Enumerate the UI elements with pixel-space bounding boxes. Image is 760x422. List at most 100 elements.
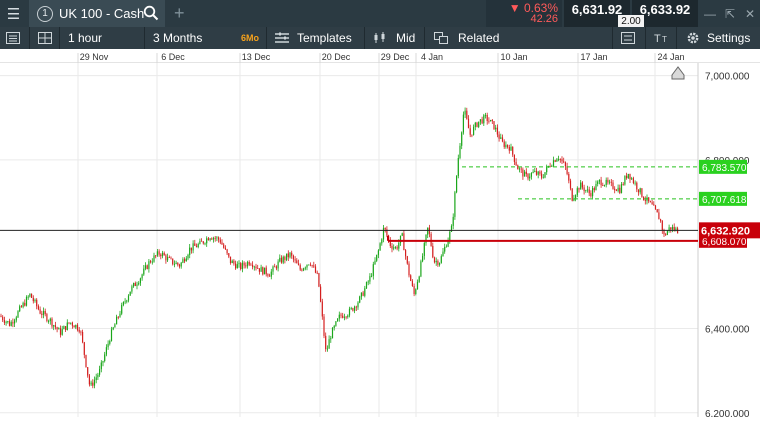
candle-body <box>51 318 53 327</box>
candle-body <box>539 171 541 174</box>
range-selector[interactable]: 3 Months <box>153 27 202 49</box>
candle-body <box>168 257 170 258</box>
price-type-selector[interactable]: Mid <box>396 27 415 49</box>
candle-body <box>503 141 505 147</box>
date-axis: 29 Nov 6 Dec 13 Dec 20 Dec 29 Dec 4 Jan 10 Jan… <box>0 49 760 63</box>
related-button[interactable]: Related <box>458 27 499 49</box>
close-icon[interactable]: ✕ <box>740 7 760 21</box>
candle-body <box>207 238 209 241</box>
candle-body <box>274 266 276 268</box>
candles-icon[interactable] <box>373 27 387 49</box>
home-marker-icon[interactable] <box>671 66 685 80</box>
candle-body <box>177 262 179 265</box>
candle-body <box>564 162 566 167</box>
search-icon[interactable] <box>143 5 159 21</box>
candle-body <box>78 329 80 332</box>
candle-body <box>116 316 118 325</box>
candle-body <box>301 269 303 271</box>
candle-body <box>394 247 396 248</box>
candle-body <box>250 264 252 266</box>
add-tab-button[interactable]: + <box>174 0 185 27</box>
candle-body <box>165 255 167 261</box>
candle-body <box>235 263 237 269</box>
candle-body <box>260 267 262 272</box>
candle-body <box>76 324 79 330</box>
candle-body <box>216 237 218 239</box>
candle-body <box>498 134 500 139</box>
candle-body <box>609 181 611 183</box>
date-axis-svg: 29 Nov 6 Dec 13 Dec 20 Dec 29 Dec 4 Jan 10 Jan… <box>77 52 685 63</box>
interval-selector[interactable]: 1 hour <box>68 27 102 49</box>
candle-body <box>280 257 283 263</box>
gear-icon[interactable] <box>686 27 700 49</box>
candle-body <box>117 316 119 318</box>
candle-body <box>197 244 199 248</box>
candle-body <box>68 322 70 324</box>
indicators-icon[interactable] <box>621 27 635 49</box>
candle-body <box>2 316 4 321</box>
candle-body <box>270 271 272 277</box>
candle-body <box>558 159 560 160</box>
candle-body <box>544 172 546 178</box>
candle-body <box>632 178 634 183</box>
candle-body <box>590 193 592 197</box>
candle-body <box>143 268 145 275</box>
candle-body <box>541 173 543 178</box>
expand-icon[interactable]: ⇱ <box>720 7 740 21</box>
candle-body <box>229 256 232 263</box>
candle-body <box>413 286 415 294</box>
date-tick-label: 13 Dec <box>242 52 271 62</box>
minimize-icon[interactable]: — <box>700 7 720 21</box>
candle-body <box>501 137 504 142</box>
candle-body <box>20 306 22 308</box>
candle-body <box>83 342 85 355</box>
candle-body <box>3 320 5 323</box>
candle-body <box>291 252 293 256</box>
range-badge[interactable]: 6Mo <box>241 27 259 49</box>
candle-body <box>663 230 665 235</box>
candle-body <box>218 237 220 240</box>
candle-body <box>127 295 130 301</box>
candlestick-chart[interactable]: 7,000.0006,800.0006,400.0006,200.0006,78… <box>0 63 760 420</box>
candle-body <box>563 161 565 163</box>
list-icon[interactable] <box>6 27 20 49</box>
candle-body <box>597 181 599 184</box>
related-icon[interactable] <box>434 27 448 49</box>
instrument-tab[interactable]: 1 UK 100 - Cash <box>29 0 165 27</box>
candle-body <box>54 325 56 328</box>
hamburger-icon[interactable]: ☰ <box>0 0 27 27</box>
templates-button[interactable]: Templates <box>297 27 352 49</box>
text-size-icon[interactable]: TT <box>654 27 670 49</box>
candle-body <box>656 209 658 213</box>
candle-body <box>182 259 184 263</box>
candle-body <box>588 189 590 194</box>
templates-icon[interactable] <box>275 27 289 49</box>
layout-grid-icon[interactable] <box>38 27 52 49</box>
candle-body <box>603 185 606 186</box>
candle-body <box>161 252 164 257</box>
candle-body <box>88 375 90 385</box>
candle-body <box>490 120 492 122</box>
candle-body <box>626 175 628 179</box>
candle-body <box>107 343 109 348</box>
tab-number: 1 <box>37 5 53 22</box>
candle-body <box>320 286 322 302</box>
candle-body <box>243 262 245 266</box>
candle-body <box>454 192 456 217</box>
candle-body <box>112 327 114 330</box>
candle-body <box>450 225 453 232</box>
candle-body <box>201 240 203 242</box>
candle-body <box>649 201 651 203</box>
candle-body <box>507 144 509 148</box>
candle-body <box>350 308 352 309</box>
candle-body <box>192 243 194 251</box>
candle-body <box>405 250 407 257</box>
candle-body <box>484 115 487 116</box>
candle-body <box>452 216 454 226</box>
candle-body <box>211 238 213 240</box>
candle-body <box>513 154 515 162</box>
candle-body <box>352 308 354 311</box>
price-chart[interactable]: 7,000.0006,800.0006,400.0006,200.0006,78… <box>0 63 760 420</box>
candle-body <box>673 227 675 231</box>
settings-button[interactable]: Settings <box>707 27 750 49</box>
